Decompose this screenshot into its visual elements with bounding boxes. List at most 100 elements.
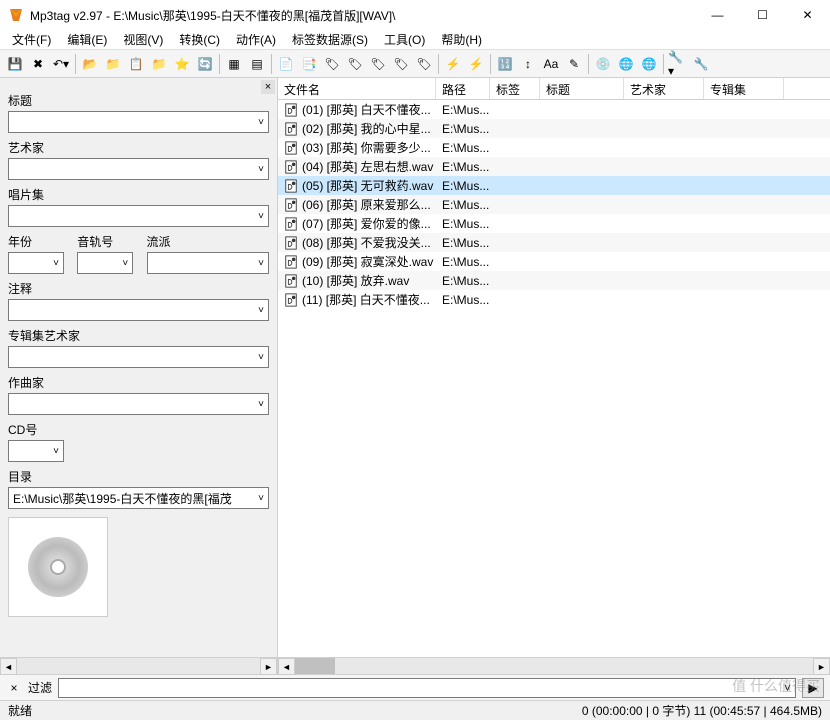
- table-cell: (04) [那英] 左思右想.wav: [278, 157, 436, 176]
- table-row[interactable]: (07) [那英] 爱你爱的像...E:\Mus...: [278, 214, 830, 233]
- scroll-right-icon[interactable]: ►: [260, 658, 277, 675]
- app-icon: [8, 7, 24, 23]
- table-row[interactable]: (08) [那英] 不爱我没关...E:\Mus...: [278, 233, 830, 252]
- tools-icon[interactable]: 🔧▾: [667, 53, 689, 75]
- scroll-right-icon[interactable]: ►: [813, 658, 830, 675]
- table-cell: [490, 299, 540, 301]
- table-cell: E:\Mus...: [436, 292, 490, 308]
- menu-4[interactable]: 动作(A): [228, 29, 284, 50]
- web-icon[interactable]: 🌐: [615, 53, 637, 75]
- year-label: 年份: [8, 233, 69, 250]
- cover-art[interactable]: [8, 517, 108, 617]
- web2-icon[interactable]: 🌐: [638, 53, 660, 75]
- filter-input[interactable]: ˅: [58, 678, 796, 698]
- title-input[interactable]: ˅: [8, 111, 269, 133]
- panel-close-button[interactable]: ×: [261, 80, 275, 94]
- menu-7[interactable]: 帮助(H): [433, 29, 490, 50]
- album-input[interactable]: ˅: [8, 205, 269, 227]
- filter-close-button[interactable]: ×: [6, 680, 22, 696]
- menu-0[interactable]: 文件(F): [4, 29, 59, 50]
- table-cell: [490, 147, 540, 149]
- artist-input[interactable]: ˅: [8, 158, 269, 180]
- filelist-scrollbar[interactable]: ◄ ►: [278, 657, 830, 674]
- column-header-3[interactable]: 标题: [540, 78, 624, 99]
- maximize-button[interactable]: ☐: [740, 0, 785, 30]
- duplicate-icon[interactable]: 📑: [298, 53, 320, 75]
- column-header-0[interactable]: 文件名: [278, 78, 436, 99]
- save-icon[interactable]: 💾: [4, 53, 26, 75]
- scroll-left-icon[interactable]: ◄: [0, 658, 17, 675]
- menu-3[interactable]: 转换(C): [171, 29, 228, 50]
- column-header-2[interactable]: 标签: [490, 78, 540, 99]
- select-files-icon[interactable]: ▤: [246, 53, 268, 75]
- track-input[interactable]: ˅: [77, 252, 133, 274]
- track-label: 音轨号: [77, 233, 138, 250]
- year-input[interactable]: ˅: [8, 252, 64, 274]
- table-row[interactable]: (11) [那英] 白天不懂夜...E:\Mus...: [278, 290, 830, 309]
- tag-format-icon[interactable]: 🏷: [413, 53, 435, 75]
- table-cell: [540, 204, 624, 206]
- table-row[interactable]: (09) [那英] 寂寞深处.wavE:\Mus...: [278, 252, 830, 271]
- album-artist-input[interactable]: ˅: [8, 346, 269, 368]
- table-row[interactable]: (04) [那英] 左思右想.wavE:\Mus...: [278, 157, 830, 176]
- table-row[interactable]: (10) [那英] 放弃.wavE:\Mus...: [278, 271, 830, 290]
- table-row[interactable]: (05) [那英] 无可救药.wavE:\Mus...: [278, 176, 830, 195]
- composer-input[interactable]: ˅: [8, 393, 269, 415]
- star-icon[interactable]: ⭐: [171, 53, 193, 75]
- favorite-icon[interactable]: 📁: [148, 53, 170, 75]
- tag-in-icon[interactable]: 🏷: [344, 53, 366, 75]
- open-playlist-icon[interactable]: 📋: [125, 53, 147, 75]
- sort-icon[interactable]: ↕: [517, 53, 539, 75]
- quick-action-icon[interactable]: ⚡: [465, 53, 487, 75]
- close-button[interactable]: ✕: [785, 0, 830, 30]
- delete-icon[interactable]: ✖: [27, 53, 49, 75]
- scroll-thumb[interactable]: [295, 658, 335, 674]
- table-cell: E:\Mus...: [436, 159, 490, 175]
- minimize-button[interactable]: —: [695, 0, 740, 30]
- column-header-1[interactable]: 路径: [436, 78, 490, 99]
- table-cell: [540, 223, 624, 225]
- menu-6[interactable]: 工具(O): [376, 29, 433, 50]
- menu-2[interactable]: 视图(V): [115, 29, 171, 50]
- disc-icon[interactable]: 💿: [592, 53, 614, 75]
- tag-x-icon[interactable]: 🏷: [390, 53, 412, 75]
- add-folder-icon[interactable]: 📁: [102, 53, 124, 75]
- select-all-icon[interactable]: ▦: [223, 53, 245, 75]
- rename-icon[interactable]: ✎: [563, 53, 585, 75]
- table-row[interactable]: (03) [那英] 你需要多少...E:\Mus...: [278, 138, 830, 157]
- table-cell: [624, 109, 704, 111]
- column-header-4[interactable]: 艺术家: [624, 78, 704, 99]
- open-folder-icon[interactable]: 📂: [79, 53, 101, 75]
- table-row[interactable]: (01) [那英] 白天不懂夜...E:\Mus...: [278, 100, 830, 119]
- genre-input[interactable]: ˅: [147, 252, 270, 274]
- scroll-left-icon[interactable]: ◄: [278, 658, 295, 675]
- separator: [219, 54, 220, 74]
- separator: [438, 54, 439, 74]
- chevron-down-icon: ˅: [258, 305, 264, 316]
- refresh-icon[interactable]: 🔄: [194, 53, 216, 75]
- case-icon[interactable]: Aa: [540, 53, 562, 75]
- directory-input[interactable]: E:\Music\那英\1995-白天不懂夜的黑[福茂˅: [8, 487, 269, 509]
- sidebar-scrollbar[interactable]: ◄ ►: [0, 657, 277, 674]
- tag-copy-icon[interactable]: 🏷: [321, 53, 343, 75]
- table-row[interactable]: (02) [那英] 我的心中星...E:\Mus...: [278, 119, 830, 138]
- number-icon[interactable]: 🔢: [494, 53, 516, 75]
- settings-icon[interactable]: 🔧: [690, 53, 712, 75]
- column-header-5[interactable]: 专辑集: [704, 78, 784, 99]
- comment-input[interactable]: ˅: [8, 299, 269, 321]
- table-cell: [704, 109, 784, 111]
- table-row[interactable]: (06) [那英] 原来爱那么...E:\Mus...: [278, 195, 830, 214]
- separator: [588, 54, 589, 74]
- undo-icon[interactable]: ↶▾: [50, 53, 72, 75]
- tag-out-icon[interactable]: 🏷: [367, 53, 389, 75]
- table-cell: [540, 128, 624, 130]
- discnumber-label: CD号: [8, 421, 269, 438]
- table-cell: E:\Mus...: [436, 254, 490, 270]
- copy-icon[interactable]: 📄: [275, 53, 297, 75]
- discnumber-input[interactable]: ˅: [8, 440, 64, 462]
- action-icon[interactable]: ⚡: [442, 53, 464, 75]
- menu-1[interactable]: 编辑(E): [59, 29, 115, 50]
- toolbar: 💾✖↶▾📂📁📋📁⭐🔄▦▤📄📑🏷🏷🏷🏷🏷⚡⚡🔢↕Aa✎💿🌐🌐🔧▾🔧: [0, 50, 830, 78]
- menu-5[interactable]: 标签数据源(S): [284, 29, 376, 50]
- filter-go-button[interactable]: ▶: [802, 678, 824, 698]
